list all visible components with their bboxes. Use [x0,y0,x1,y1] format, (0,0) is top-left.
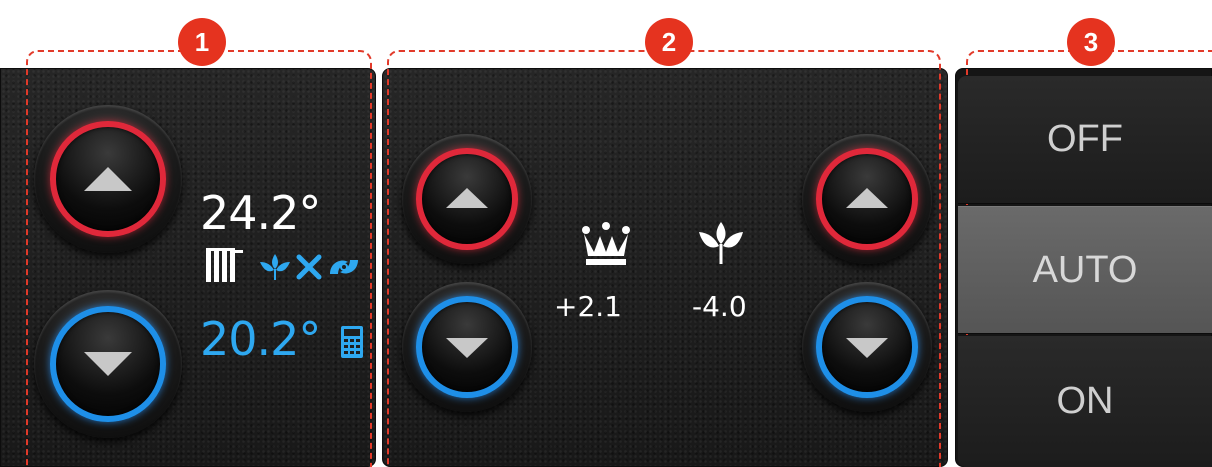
annotation-badge-1: 1 [178,18,226,66]
arrow-up-icon [84,167,132,191]
leaf-icon [260,254,290,280]
comfort-offset: +2.1 [554,290,622,323]
setpoint-temperature: 20.2° [200,312,321,366]
radiator-icon [206,248,243,282]
zone1-increase-button[interactable] [34,105,182,253]
arrow-down-icon [846,338,888,358]
comfort-increase-button[interactable] [402,134,532,264]
annotation-badge-2: 2 [645,18,693,66]
arrow-up-icon [846,188,888,208]
calculator-icon [341,326,363,358]
mode-on-button[interactable]: ON [958,336,1212,467]
annotation-badge-3: 3 [1067,18,1115,66]
eco-decrease-button[interactable] [802,282,932,412]
arrow-down-icon [84,352,132,376]
fan-icon [330,260,358,274]
crown-icon [582,222,630,265]
mode-auto-button[interactable]: AUTO [958,206,1212,334]
zone1-decrease-button[interactable] [34,290,182,438]
x-icon [296,254,322,280]
eco-offset: -4.0 [692,290,747,323]
arrow-down-icon [446,338,488,358]
comfort-decrease-button[interactable] [402,282,532,412]
eco-increase-button[interactable] [802,134,932,264]
arrow-up-icon [446,188,488,208]
leaf-icon [699,222,743,264]
mode-off-button[interactable]: OFF [958,76,1212,204]
current-temperature: 24.2° [200,186,321,240]
